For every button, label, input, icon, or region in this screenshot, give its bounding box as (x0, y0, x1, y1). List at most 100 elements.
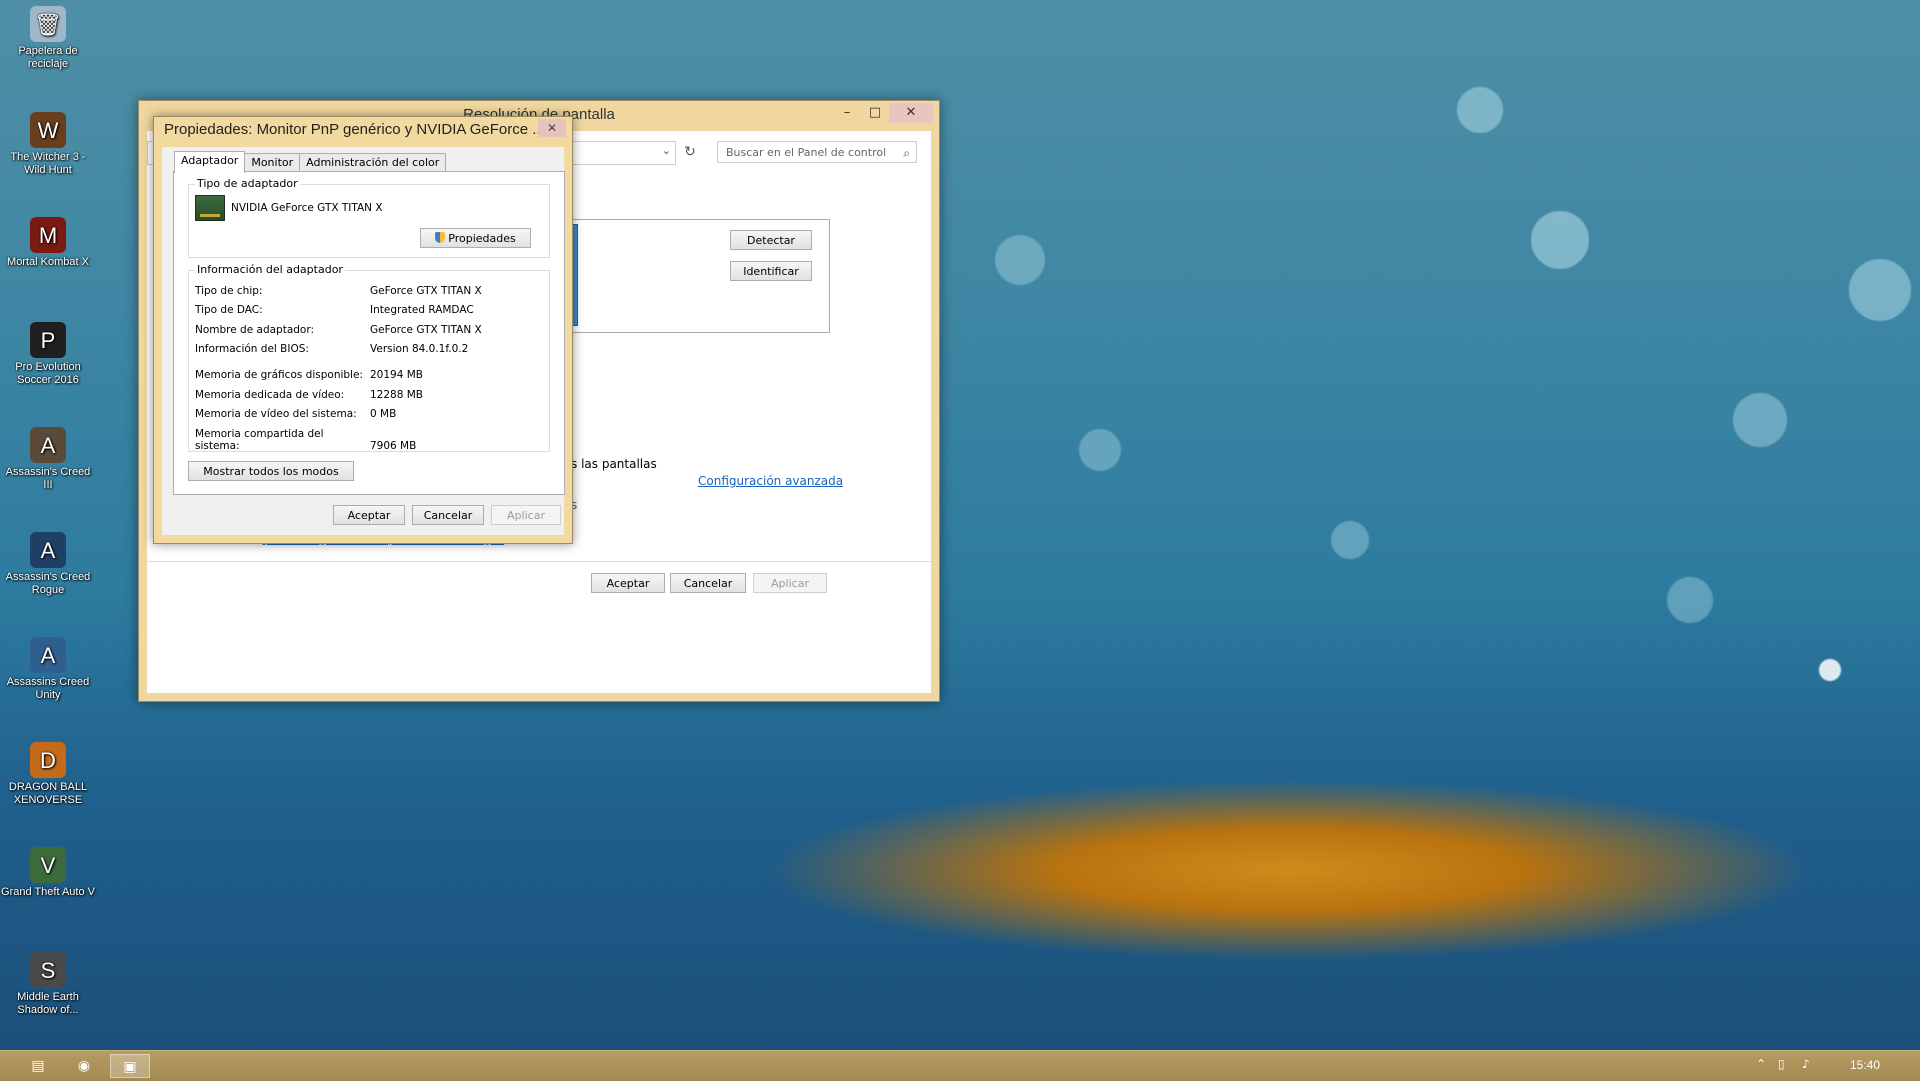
show-all-modes-button[interactable]: Mostrar todos los modos (188, 461, 354, 481)
identify-button[interactable]: Identificar (730, 261, 812, 281)
middle-earth-icon: S (30, 952, 66, 988)
clock[interactable]: 15:40 (1850, 1058, 1880, 1072)
tab-color-management[interactable]: Administración del color (299, 153, 447, 172)
graphics-card-icon (195, 195, 225, 221)
advanced-settings-link[interactable]: Configuración avanzada (698, 474, 843, 488)
adapter-info-group: Información del adaptador Tipo de chip: G… (188, 263, 550, 452)
search-input[interactable]: Buscar en el Panel de control ⌕ (717, 141, 917, 163)
dialog-close-button[interactable]: ✕ (538, 119, 566, 137)
memory-value: 20194 MB (370, 369, 424, 381)
desktop-icon-assassins-creed-rogue[interactable]: A Assassin's Creed Rogue (0, 532, 96, 597)
desktop-icon-label: Assassins Creed Unity (6, 676, 90, 701)
tab-strip: Adaptador Monitor Administración del col… (174, 151, 447, 173)
refresh-icon[interactable]: ↻ (679, 141, 701, 163)
window-controls: – □ ✕ (833, 103, 933, 123)
memory-row-shared: Memoria compartida del sistema: 7906 MB (195, 428, 416, 452)
adapter-properties-button[interactable]: Propiedades (420, 228, 531, 248)
properties-label: Propiedades (448, 232, 516, 245)
close-button[interactable]: ✕ (889, 103, 933, 123)
info-value: GeForce GTX TITAN X (370, 324, 482, 336)
all-screens-text: s las pantallas (571, 457, 657, 471)
mortal-kombat-icon: M (30, 217, 66, 253)
memory-row-dedicated: Memoria dedicada de vídeo: 12288 MB (195, 389, 423, 401)
detect-button[interactable]: Detectar (730, 230, 812, 250)
pes-icon: P (30, 322, 66, 358)
taskbar: ▤ ◉ ▣ ⌃ ▯ ♪ 15:40 (0, 1050, 1920, 1081)
tab-adapter[interactable]: Adaptador (174, 151, 246, 173)
desktop-icon-gta[interactable]: V Grand Theft Auto V (0, 847, 96, 899)
ok-button[interactable]: Aceptar (591, 573, 665, 593)
memory-key: Memoria de gráficos disponible: (195, 369, 363, 381)
cancel-button[interactable]: Cancelar (670, 573, 746, 593)
dialog-cancel-button[interactable]: Cancelar (412, 505, 484, 525)
monitor-preview: Detectar Identificar (567, 219, 830, 333)
memory-value: 7906 MB (370, 440, 417, 452)
desktop-icon-assassins-creed-unity[interactable]: A Assassins Creed Unity (0, 637, 96, 702)
adapter-info-heading: Información del adaptador (195, 263, 345, 276)
desktop-icon-dragon-ball[interactable]: D DRAGON BALL XENOVERSE (0, 742, 96, 807)
info-value: GeForce GTX TITAN X (370, 285, 482, 297)
info-row-dac: Tipo de DAC: Integrated RAMDAC (195, 304, 474, 316)
info-row-adapter-name: Nombre de adaptador: GeForce GTX TITAN X (195, 324, 482, 336)
minimize-button[interactable]: – (833, 103, 861, 123)
info-value: Integrated RAMDAC (370, 304, 474, 316)
chevron-down-icon[interactable]: ⌄ (662, 144, 671, 157)
properties-dialog: Propiedades: Monitor PnP genérico y NVID… (153, 116, 573, 544)
dragon-ball-icon: D (30, 742, 66, 778)
info-value: Version 84.0.1f.0.2 (370, 343, 469, 355)
info-row-bios: Información del BIOS: Version 84.0.1f.0.2 (195, 343, 468, 355)
memory-key: Memoria dedicada de vídeo: (195, 389, 345, 401)
maximize-button[interactable]: □ (861, 103, 889, 123)
chrome-icon[interactable]: ◉ (64, 1054, 104, 1078)
memory-key: Memoria compartida del sistema: (195, 428, 324, 452)
info-key: Información del BIOS: (195, 343, 309, 355)
desktop-icon-middle-earth[interactable]: S Middle Earth Shadow of... (0, 952, 96, 1017)
info-key: Nombre de adaptador: (195, 324, 315, 336)
memory-value: 0 MB (370, 408, 397, 420)
control-panel-icon[interactable]: ▣ (110, 1054, 150, 1078)
adapter-type-heading: Tipo de adaptador (195, 177, 300, 190)
tab-monitor[interactable]: Monitor (244, 153, 301, 172)
info-key: Tipo de chip: (195, 285, 263, 297)
desktop-icon-assassins-creed-iii[interactable]: A Assassin's Creed III (0, 427, 96, 492)
assassins-creed-iii-icon: A (30, 427, 66, 463)
assassins-creed-rogue-icon: A (30, 532, 66, 568)
adapter-name: NVIDIA GeForce GTX TITAN X (231, 202, 383, 214)
adapter-tab-panel: Tipo de adaptador NVIDIA GeForce GTX TIT… (173, 171, 565, 495)
file-explorer-icon[interactable]: ▤ (18, 1054, 58, 1078)
adapter-type-group: Tipo de adaptador NVIDIA GeForce GTX TIT… (188, 177, 550, 258)
dialog-body: Adaptador Monitor Administración del col… (162, 147, 565, 535)
memory-value: 12288 MB (370, 389, 424, 401)
desktop-icon-label: The Witcher 3 - Wild Hunt (10, 151, 86, 176)
dialog-ok-button[interactable]: Aceptar (333, 505, 405, 525)
recycle-bin-icon: 🗑 (30, 6, 66, 42)
memory-key: Memoria de vídeo del sistema: (195, 408, 357, 420)
desktop-icon-mortal-kombat[interactable]: M Mortal Kombat X (0, 217, 96, 269)
assassins-creed-unity-icon: A (30, 637, 66, 673)
dialog-apply-button[interactable]: Aplicar (491, 505, 561, 525)
info-row-chip: Tipo de chip: GeForce GTX TITAN X (195, 285, 482, 297)
tray-overflow-icon[interactable]: ⌃ (1756, 1057, 1766, 1071)
divider (147, 561, 931, 562)
apply-button[interactable]: Aplicar (753, 573, 827, 593)
search-placeholder: Buscar en el Panel de control (726, 146, 887, 159)
desktop-icon-witcher[interactable]: W The Witcher 3 - Wild Hunt (0, 112, 96, 177)
dialog-title: Propiedades: Monitor PnP genérico y NVID… (164, 121, 545, 138)
info-key: Tipo de DAC: (195, 304, 263, 316)
desktop-icon-label: DRAGON BALL XENOVERSE (8, 781, 88, 806)
desktop-icon-label: Pro Evolution Soccer 2016 (15, 361, 81, 386)
memory-row-available: Memoria de gráficos disponible: 20194 MB (195, 369, 423, 381)
shield-icon (435, 232, 446, 243)
desktop-icon-label: Papelera de reciclaje (18, 45, 78, 70)
network-icon[interactable]: ▯ (1778, 1057, 1785, 1071)
desktop-icon-recycle-bin[interactable]: 🗑 Papelera de reciclaje (0, 6, 96, 71)
volume-icon[interactable]: ♪ (1802, 1057, 1810, 1071)
desktop-icon-label: Mortal Kombat X (7, 256, 89, 268)
desktop-icon-label: Assassin's Creed Rogue (5, 571, 91, 596)
desktop-icon-label: Grand Theft Auto V (1, 886, 95, 898)
gta-icon: V (30, 847, 66, 883)
desktop-icon-pes[interactable]: P Pro Evolution Soccer 2016 (0, 322, 96, 387)
desktop-icon-label: Middle Earth Shadow of... (17, 991, 79, 1016)
witcher-icon: W (30, 112, 66, 148)
search-icon[interactable]: ⌕ (903, 142, 910, 164)
